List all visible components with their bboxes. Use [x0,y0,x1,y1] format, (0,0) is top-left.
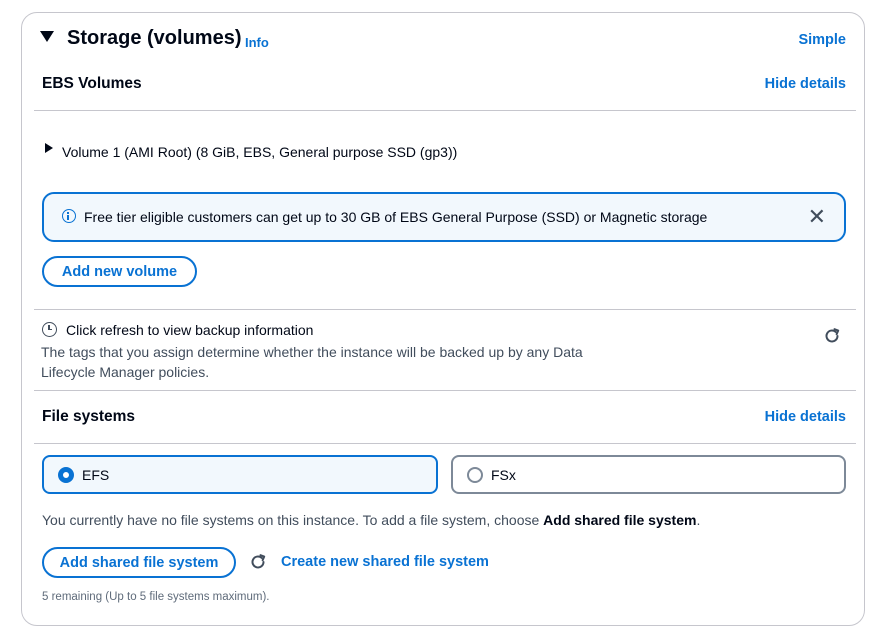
free-tier-alert: Free tier eligible customers can get up … [42,192,846,242]
refresh-icon[interactable] [248,552,268,572]
note-bold-text: Add shared file system [543,512,697,528]
divider [34,309,856,310]
add-new-volume-button[interactable]: Add new volume [42,256,197,287]
efs-label: EFS [82,467,110,483]
create-new-shared-file-system-link[interactable]: Create new shared file system [281,554,489,570]
divider [34,110,856,111]
add-shared-file-system-button[interactable]: Add shared file system [42,547,236,578]
volume-1-toggle[interactable]: Volume 1 (AMI Root) (8 GiB, EBS, General… [62,144,457,160]
clock-icon [42,322,57,337]
refresh-icon[interactable] [822,326,842,346]
ebs-hide-details-link[interactable]: Hide details [765,76,846,92]
info-link[interactable]: Info [245,35,269,50]
storage-panel [21,12,865,626]
backup-title: Click refresh to view backup information [66,322,314,338]
alert-message: Free tier eligible customers can get up … [84,209,708,225]
remaining-count: 5 remaining (Up to 5 file systems maximu… [42,591,270,603]
divider [34,443,856,444]
fsx-radio[interactable] [467,467,483,483]
divider [34,390,856,391]
collapse-caret-icon[interactable] [40,31,54,42]
file-systems-note: You currently have no file systems on th… [42,512,700,528]
simple-link[interactable]: Simple [798,32,846,48]
storage-title: Storage (volumes) [67,27,242,49]
ebs-volumes-title: EBS Volumes [42,75,142,92]
fsx-label: FSx [491,467,516,483]
fsx-option-tile[interactable]: FSx [451,455,846,494]
efs-option-tile[interactable]: EFS [42,455,438,494]
close-icon[interactable]: ✕ [808,203,826,231]
note-text: You currently have no file systems on th… [42,512,544,528]
backup-description: The tags that you assign determine wheth… [41,344,583,380]
efs-radio[interactable] [58,467,74,483]
file-systems-title: File systems [42,408,136,425]
expand-caret-icon[interactable] [45,143,53,153]
note-suffix: . [696,512,701,528]
info-circle-icon [62,209,76,223]
fs-hide-details-link[interactable]: Hide details [765,409,846,425]
